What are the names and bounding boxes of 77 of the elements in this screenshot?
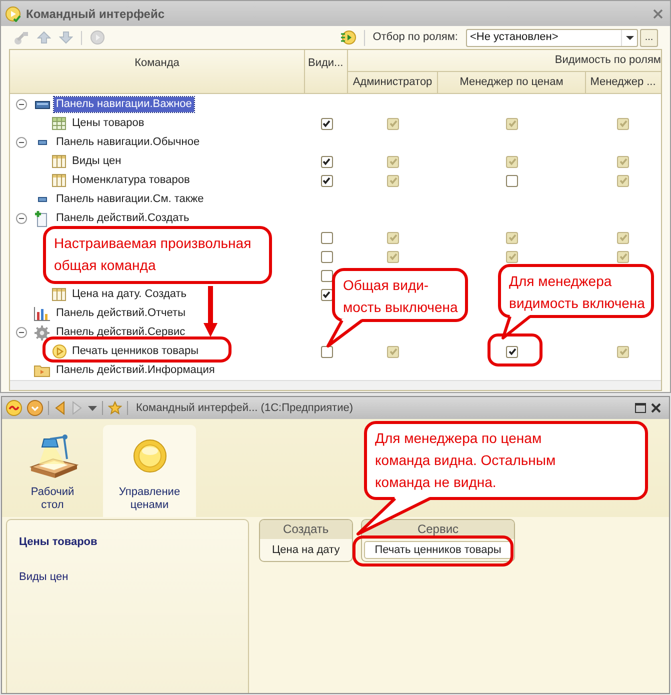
checkbox[interactable] <box>320 118 332 130</box>
columns-icon <box>52 288 66 301</box>
dropdown-icon[interactable] <box>88 406 97 410</box>
tree-item[interactable]: Панель действий.Сервис <box>54 325 188 340</box>
column-header[interactable]: Види... <box>305 50 348 93</box>
tree-item[interactable]: Панель действий.Информация <box>54 363 217 378</box>
down-arrow-icon[interactable] <box>59 31 73 44</box>
logo-icon[interactable] <box>6 400 22 416</box>
columns-icon <box>52 155 66 168</box>
tree-item[interactable]: Панель действий.Создать <box>54 211 192 226</box>
checkbox[interactable] <box>320 232 332 244</box>
tree-item[interactable]: Панель навигации.См. также <box>54 192 206 207</box>
tree-item[interactable]: Номенклатура товаров <box>70 173 192 188</box>
tree-item[interactable]: Виды цен <box>70 154 124 169</box>
highlight-ring <box>488 334 542 366</box>
command-button[interactable]: Печать ценников товары <box>364 541 512 559</box>
tree-item[interactable]: Цена на дату. Создать <box>70 287 189 302</box>
window-title: Командный интерфей... (1С:Предприятие) <box>136 400 354 416</box>
run-icon[interactable] <box>340 30 356 45</box>
grid-icon <box>52 117 66 130</box>
maximize-icon[interactable] <box>635 403 646 413</box>
star-icon[interactable] <box>108 401 122 415</box>
coin-icon <box>132 439 166 473</box>
play-icon <box>52 344 66 359</box>
checkbox[interactable] <box>320 288 332 300</box>
bubble-tail <box>502 315 531 340</box>
close-icon[interactable] <box>651 403 661 413</box>
group-title: Создать <box>260 520 352 539</box>
role-filter-select[interactable]: <Не установлен> <box>466 28 638 46</box>
more-button[interactable]: ... <box>640 28 658 46</box>
column-group-header: Видимость по ролям <box>348 50 661 72</box>
collapse-toggle[interactable] <box>16 99 27 110</box>
speech-bubble: Настраиваемая произвольная общая команда <box>43 226 272 284</box>
checkbox[interactable] <box>320 156 332 168</box>
app-icon <box>5 6 21 22</box>
checkbox[interactable] <box>320 346 332 358</box>
column-header[interactable]: Менеджер ... <box>586 72 660 93</box>
collapse-toggle[interactable] <box>16 327 27 338</box>
column-header[interactable]: Менеджер по ценам <box>438 72 586 93</box>
tree-item[interactable]: Панель действий.Отчеты <box>54 306 188 321</box>
navigation-link[interactable]: Цены товаров <box>19 534 98 550</box>
up-arrow-icon[interactable] <box>37 31 51 44</box>
column-header[interactable]: Команда <box>10 50 305 93</box>
section-tab[interactable]: Управление ценами <box>103 425 196 517</box>
checkbox[interactable] <box>320 250 332 262</box>
checkbox[interactable] <box>506 346 518 358</box>
columns-icon <box>52 174 66 187</box>
tree-item[interactable]: Цены товаров <box>70 116 146 131</box>
run-icon[interactable] <box>90 30 105 45</box>
move-icon[interactable] <box>13 30 29 44</box>
tree-item[interactable]: Панель навигации.Важное <box>54 97 194 112</box>
tree-item[interactable]: Печать ценников товары <box>70 344 201 359</box>
panel-icon <box>38 197 46 202</box>
collapse-toggle[interactable] <box>16 213 27 224</box>
forward-icon[interactable] <box>71 401 83 415</box>
checkbox[interactable] <box>320 270 332 282</box>
menu-icon[interactable] <box>27 400 43 416</box>
collapse-toggle[interactable] <box>16 137 27 148</box>
dropdown-icon <box>626 36 634 40</box>
folder-icon <box>34 364 50 377</box>
pointer-arrow <box>204 286 218 337</box>
checkbox[interactable] <box>506 174 518 186</box>
command-button[interactable]: Цена на дату <box>262 541 350 559</box>
bar-chart-icon <box>34 306 50 320</box>
checkbox[interactable] <box>320 174 332 186</box>
section-tab[interactable]: Рабочий стол <box>6 425 99 517</box>
bubble-tail <box>326 319 363 348</box>
back-icon[interactable] <box>54 401 66 415</box>
tree-item[interactable]: Панель навигации.Обычное <box>54 135 202 150</box>
filter-label: Отбор по ролям: <box>372 30 458 46</box>
new-document-icon <box>34 210 50 227</box>
gear-icon <box>34 324 50 340</box>
navigation-link[interactable]: Виды цен <box>19 568 68 585</box>
panel-icon <box>38 140 46 145</box>
panel-icon <box>34 100 50 108</box>
window-title: Командный интерфейс <box>26 6 165 22</box>
column-header[interactable]: Администратор <box>348 72 438 93</box>
